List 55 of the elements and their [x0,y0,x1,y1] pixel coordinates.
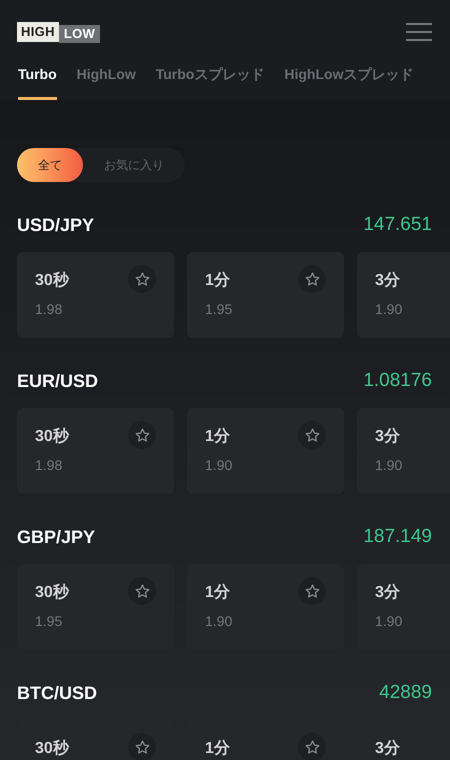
payout: 1.90 [375,612,404,631]
filter-button[interactable]: 全て [17,148,83,182]
star-icon [134,582,150,600]
tab[interactable]: Turbo [18,64,57,100]
favorite-button[interactable] [128,577,156,605]
duration: 30秒 [35,582,69,603]
option-card[interactable]: 30秒 1.98 [17,408,174,494]
duration: 3分 [375,738,400,759]
menu-icon[interactable] [405,22,433,42]
payout: 1.95 [205,300,234,319]
duration: 1分 [205,426,230,447]
favorite-button[interactable] [298,265,326,293]
duration: 30秒 [35,270,69,291]
favorite-button[interactable] [128,421,156,449]
favorite-button[interactable] [128,733,156,760]
star-icon [304,738,320,756]
option-card[interactable]: 3分 1.90 [357,408,450,494]
payout: 1.90 [205,456,234,475]
duration: 1分 [205,738,230,759]
favorite-button[interactable] [298,577,326,605]
star-icon [304,582,320,600]
duration: 3分 [375,582,400,603]
payout: 1.90 [205,612,234,631]
payout: 1.90 [375,300,404,319]
payout: 1.95 [35,612,64,631]
pair-name: GBP/JPY [17,526,96,548]
favorite-button[interactable] [298,733,326,760]
duration: 30秒 [35,426,69,447]
rate: 147.651 [363,212,432,237]
duration: 30秒 [35,738,69,759]
pair-name: USD/JPY [17,214,94,236]
duration: 1分 [205,582,230,603]
payout: 1.90 [375,456,404,475]
duration: 3分 [375,270,400,291]
rate: 42889 [379,680,432,705]
logo[interactable]: HIGH LOW [17,21,100,43]
star-icon [304,426,320,444]
star-icon [304,270,320,288]
pair-name: BTC/USD [17,682,97,704]
rate: 1.08176 [363,368,432,393]
pair-name: EUR/USD [17,370,98,392]
option-card[interactable]: 1分 1.90 [187,408,344,494]
star-icon [134,426,150,444]
star-icon [134,270,150,288]
rate: 187.149 [363,524,432,549]
favorite-button[interactable] [298,421,326,449]
star-icon [134,738,150,756]
option-card[interactable]: 30秒 1.98 [17,252,174,338]
option-card[interactable]: 3分 1.90 [357,252,450,338]
duration: 3分 [375,426,400,447]
option-card[interactable]: 1分 1.95 [187,252,344,338]
payout: 1.98 [35,456,64,475]
duration: 1分 [205,270,230,291]
payout: 1.98 [35,300,64,319]
favorite-button[interactable] [128,265,156,293]
